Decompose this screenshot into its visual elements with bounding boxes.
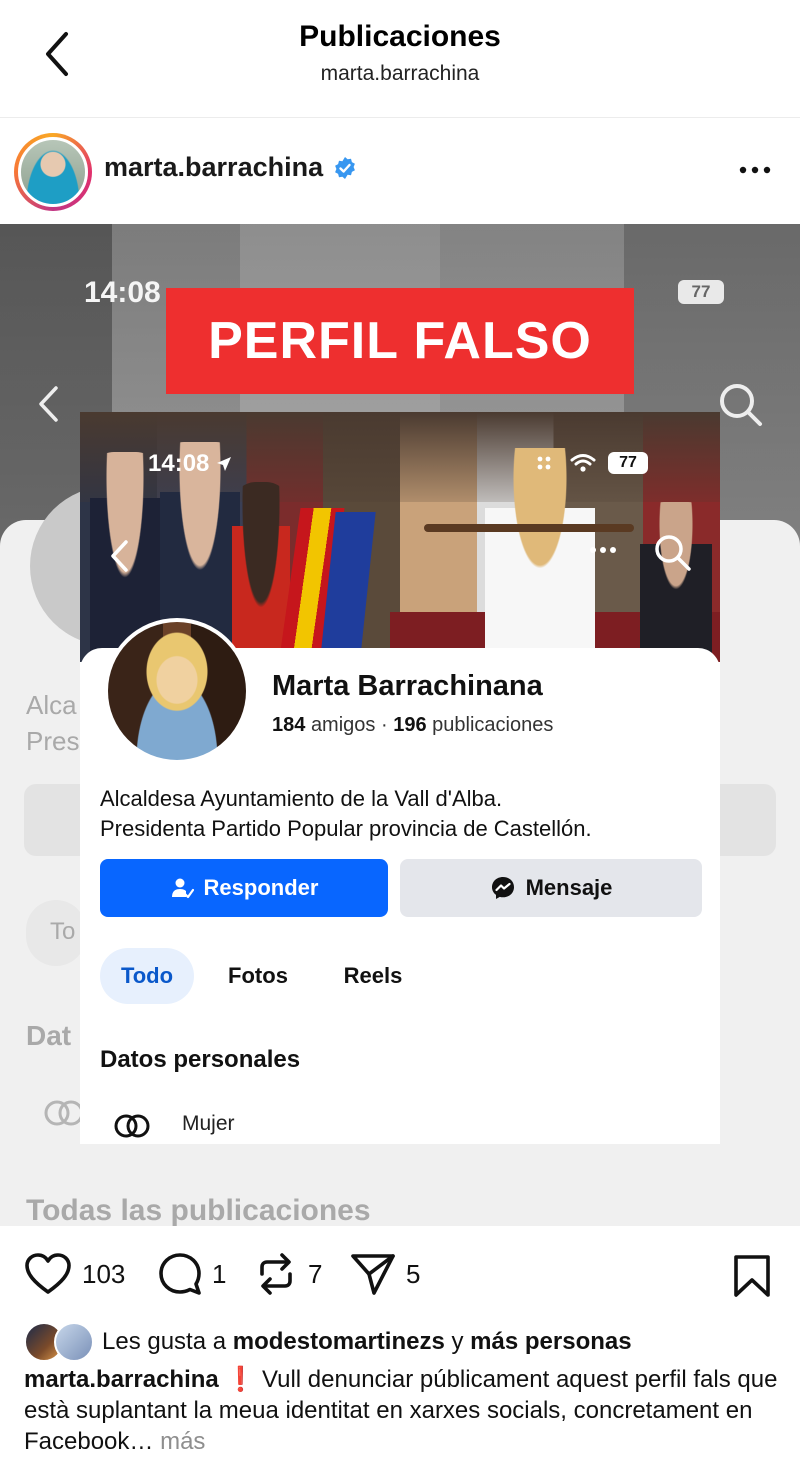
caption-more-link[interactable]: más (160, 1428, 205, 1455)
facebook-tab-fotos: Fotos (228, 963, 288, 988)
likes-user[interactable]: modestomartinezs (233, 1328, 445, 1356)
background-bio-fragment-2: Pres (26, 726, 80, 756)
facebook-profile-name: Marta Barrachinana (272, 670, 543, 702)
facebook-battery: 77 (608, 452, 648, 474)
background-back-icon (39, 386, 58, 422)
facebook-profile-stats: 184 amigos · 196 publicaciones (272, 714, 553, 737)
story-ring[interactable] (14, 133, 92, 211)
liker-avatars[interactable] (24, 1322, 96, 1362)
wifi-icon (570, 454, 596, 472)
post-username[interactable]: marta.barrachina (104, 152, 357, 183)
facebook-section-title: Datos personales (100, 1046, 301, 1073)
posts-label: publicaciones (432, 714, 554, 736)
post-actions: 103 1 7 5 (0, 1226, 800, 1322)
heart-icon[interactable] (24, 1252, 72, 1296)
exclamation-emoji: ❗ (225, 1366, 256, 1393)
background-search-icon (720, 384, 762, 426)
repost-action[interactable]: 7 (254, 1252, 322, 1296)
facebook-message-button: Mensaje (400, 859, 702, 917)
bookmark-icon[interactable] (732, 1254, 772, 1298)
facebook-message-label: Mensaje (525, 875, 613, 900)
likes-joiner: y (451, 1328, 464, 1355)
rings-icon (114, 1114, 150, 1138)
more-dots-icon[interactable] (738, 158, 772, 182)
facebook-profile-screenshot: 14:08 77 Marta Barrachinana 184 amigos ·… (80, 412, 720, 1144)
background-section-fragment: Dat (26, 1020, 72, 1051)
likes-summary[interactable]: Les gusta a modestomartinezs y más perso… (24, 1320, 784, 1364)
verified-badge-icon (335, 156, 356, 179)
background-bio-fragment-1: Alca (26, 690, 77, 720)
share-icon[interactable] (350, 1252, 396, 1296)
background-tab-fragment: To (50, 918, 76, 945)
posts-count: 196 (393, 714, 427, 736)
friends-label: amigos (310, 714, 376, 736)
likes-prefix: Les gusta a (102, 1328, 227, 1355)
facebook-reply-label: Responder (203, 875, 319, 900)
page-title: Publicaciones (299, 20, 501, 53)
share-action[interactable]: 5 (350, 1252, 420, 1296)
likes-others[interactable]: más personas (470, 1328, 631, 1356)
post-image[interactable]: 14:08 77 Alca Pres To Dat Todas las publ… (0, 224, 800, 1226)
facebook-reply-button: Responder (100, 859, 388, 917)
location-arrow-icon (217, 457, 232, 471)
caption-username[interactable]: marta.barrachina (24, 1366, 219, 1393)
share-count[interactable]: 5 (406, 1259, 420, 1290)
avatar[interactable] (18, 137, 88, 207)
signal-dots-icon (537, 456, 551, 470)
facebook-tab-todo: Todo (100, 948, 194, 1004)
add-friend-icon (171, 878, 194, 899)
facebook-avatar (108, 622, 246, 760)
facebook-status-icons: 77 (536, 452, 648, 474)
liker-avatar[interactable] (54, 1322, 94, 1362)
facebook-tab-reels: Reels (343, 963, 403, 988)
repost-count[interactable]: 7 (308, 1259, 322, 1290)
comment-count[interactable]: 1 (212, 1259, 226, 1290)
comment-icon[interactable] (158, 1252, 202, 1296)
fake-profile-banner: PERFIL FALSO (166, 288, 634, 394)
repost-icon[interactable] (254, 1252, 298, 1296)
facebook-search-icon (655, 535, 691, 571)
comment-action[interactable]: 1 (158, 1252, 226, 1296)
friends-count: 184 (272, 714, 306, 736)
facebook-bio-line-2: Presidenta Partido Popular provincia de … (100, 816, 592, 841)
background-battery: 77 (678, 280, 724, 304)
post-username-text[interactable]: marta.barrachina (104, 152, 323, 183)
like-count[interactable]: 103 (82, 1259, 125, 1290)
messenger-icon (491, 877, 514, 899)
like-action[interactable]: 103 (24, 1252, 125, 1296)
facebook-bio: Alcaldesa Ayuntamiento de la Vall d'Alba… (100, 784, 592, 844)
post-header: marta.barrachina (0, 118, 800, 224)
facebook-status-time-text: 14:08 (148, 450, 210, 477)
facebook-avatar-ring (104, 618, 250, 764)
facebook-back-icon (111, 540, 128, 572)
facebook-bio-line-1: Alcaldesa Ayuntamiento de la Vall d'Alba… (100, 786, 503, 811)
top-bar: Publicaciones marta.barrachina (0, 0, 800, 118)
facebook-more-icon (590, 547, 616, 553)
post-caption: marta.barrachina ❗ Vull denunciar públic… (24, 1364, 784, 1457)
facebook-status-time: 14:08 (148, 450, 233, 478)
page-subtitle: marta.barrachina (320, 62, 480, 85)
stats-separator: · (380, 714, 388, 736)
background-status-time: 14:08 (84, 276, 161, 309)
background-all-posts-heading: Todas las publicaciones (26, 1194, 371, 1226)
facebook-gender: Mujer (182, 1112, 235, 1135)
